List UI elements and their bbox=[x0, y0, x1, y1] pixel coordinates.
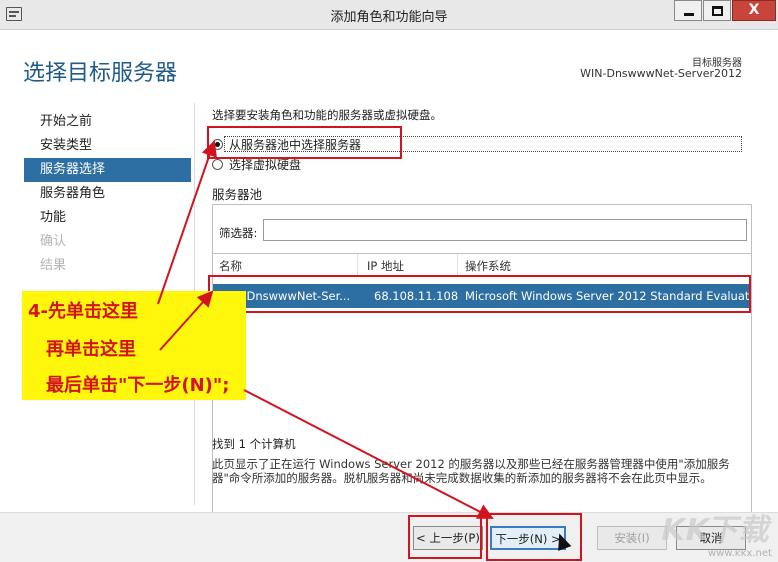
arrow-to-next bbox=[243, 389, 494, 519]
arrow-to-row bbox=[159, 290, 214, 351]
arrow-to-radio bbox=[157, 140, 217, 305]
wizard-window: 添加角色和功能向导 X 选择目标服务器 目标服务器 WIN-DnswwwNet-… bbox=[0, 0, 778, 562]
annotation-arrows bbox=[157, 140, 494, 519]
